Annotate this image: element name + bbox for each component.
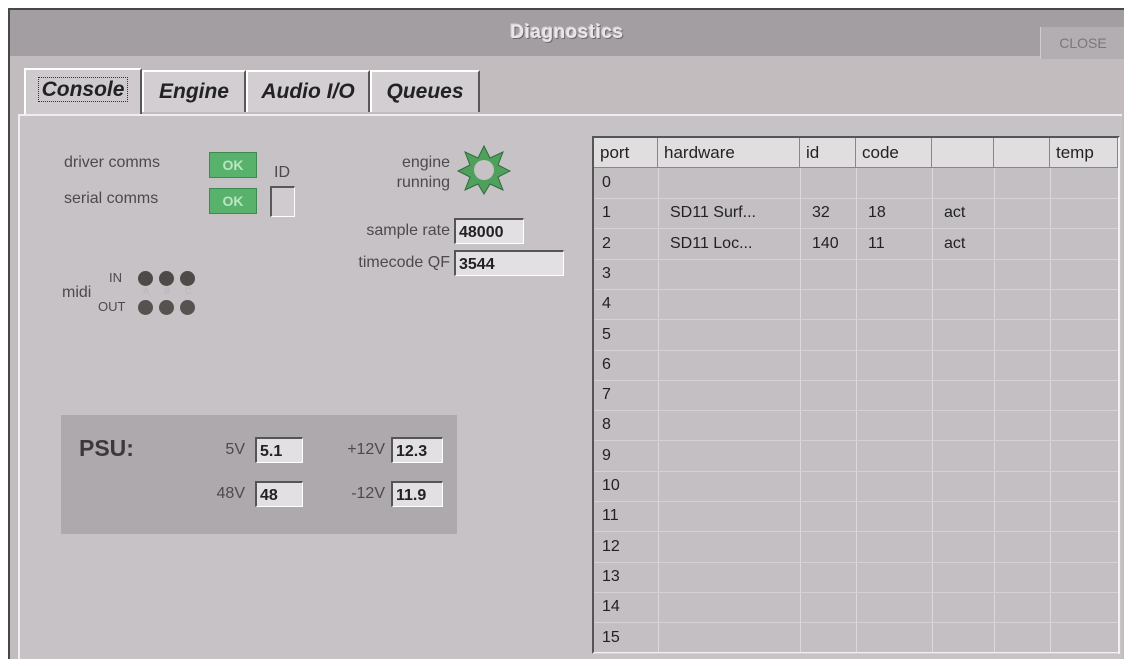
psu-title: PSU:: [79, 435, 134, 461]
serial-comms-status: OK: [209, 188, 257, 214]
table-cell: 140: [812, 234, 839, 252]
table-cell: act: [944, 204, 966, 222]
table-cell: 5: [602, 325, 611, 343]
table-cell: 3: [602, 264, 611, 282]
col-header-id[interactable]: id: [800, 138, 856, 168]
col-header-hardware[interactable]: hardware: [658, 138, 800, 168]
midi-out-c-led: [180, 300, 195, 315]
table-cell: 14: [602, 598, 620, 616]
table-cell: 12: [602, 537, 620, 555]
midi-port-b-label: B: [164, 286, 171, 296]
row-divider: [594, 501, 1118, 502]
midi-out-label: OUT: [98, 299, 126, 314]
console-panel: driver comms OK ID serial comms OK engin…: [18, 114, 1122, 659]
table-cell: 18: [868, 204, 886, 222]
tab-queues-label: Queues: [386, 80, 464, 103]
row-divider: [594, 288, 1118, 290]
midi-in-b-led: [159, 271, 174, 286]
row-divider: [594, 349, 1118, 351]
midi-out-b-led: [159, 300, 174, 315]
tab-engine[interactable]: Engine: [142, 70, 246, 112]
psu-48v-value: 48: [255, 481, 303, 507]
row-divider: [594, 652, 1118, 654]
midi-port-c-label: C: [185, 286, 192, 296]
col-header-port[interactable]: port: [594, 138, 658, 168]
row-divider: [594, 319, 1118, 321]
driver-comms-label: driver comms: [64, 154, 161, 171]
midi-in-a-led: [138, 271, 153, 286]
hardware-table[interactable]: port hardware id code temp 0 1 SD11 Surf..…: [592, 136, 1120, 654]
timecode-field: 3544: [454, 250, 564, 276]
tab-audio-io[interactable]: Audio I/O: [246, 70, 370, 112]
col-header-code[interactable]: code: [856, 138, 932, 168]
midi-out-a-led: [138, 300, 153, 315]
diagnostics-window: Diagnostics CLOSE Console Engine Audio I…: [8, 8, 1124, 659]
window-title: Diagnostics: [510, 22, 624, 43]
row-divider: [594, 622, 1118, 624]
row-divider: [594, 591, 1118, 593]
psu-minus12v-label: -12V: [351, 485, 385, 502]
id-label: ID: [274, 164, 290, 181]
table-cell: 1: [602, 204, 611, 222]
table-cell: 11: [602, 507, 619, 525]
tab-console[interactable]: Console: [24, 68, 142, 116]
table-cell: act: [944, 234, 966, 252]
table-cell: 8: [602, 416, 611, 434]
midi-port-a-label: A: [143, 286, 150, 296]
tab-engine-label: Engine: [158, 80, 229, 103]
psu-plus12v-value: 12.3: [391, 437, 443, 463]
running-label: running: [396, 174, 450, 191]
row-divider: [594, 258, 1118, 260]
midi-label: midi: [62, 284, 92, 301]
row-divider: [594, 440, 1118, 442]
row-divider: [594, 531, 1118, 533]
spinning-star-icon: [456, 144, 512, 195]
midi-in-c-led: [180, 271, 195, 286]
table-cell: 9: [602, 446, 611, 464]
engine-label: engine: [401, 154, 450, 171]
col-header-temp[interactable]: temp: [1050, 138, 1118, 168]
row-divider: [594, 410, 1118, 412]
psu-plus12v-label: +12V: [347, 441, 385, 458]
table-cell: 13: [602, 567, 620, 585]
psu-minus12v-value: 11.9: [391, 481, 443, 507]
table-cell: 7: [602, 386, 611, 404]
psu-5v-value: 5.1: [255, 437, 303, 463]
tab-console-label: Console: [37, 77, 129, 102]
sample-rate-label: sample rate: [366, 222, 450, 239]
tab-audio-io-label: Audio I/O: [261, 80, 355, 103]
psu-48v-label: 48V: [216, 485, 245, 502]
table-cell: 10: [602, 477, 620, 494]
table-cell: 15: [602, 628, 620, 646]
tab-queues[interactable]: Queues: [370, 70, 480, 112]
table-cell: SD11 Loc...: [670, 234, 753, 252]
psu-5v-label: 5V: [225, 441, 245, 458]
table-cell: 11: [868, 234, 885, 252]
row-divider: [594, 379, 1118, 381]
col-header-blank-1[interactable]: [932, 138, 994, 168]
table-cell: 2: [602, 234, 611, 252]
table-cell: SD11 Surf...: [670, 204, 756, 222]
close-button[interactable]: CLOSE: [1040, 27, 1124, 59]
sample-rate-field: 48000: [454, 218, 524, 244]
midi-in-label: IN: [109, 270, 122, 285]
table-cell: 4: [602, 295, 611, 313]
psu-panel: PSU: 5V 5.1 +12V 12.3 48V 48 -12V 11.9: [61, 415, 457, 534]
driver-comms-status: OK: [209, 152, 257, 178]
serial-comms-label: serial comms: [64, 190, 159, 207]
timecode-label: timecode QF: [358, 254, 450, 271]
row-divider: [594, 561, 1118, 563]
col-header-blank-2[interactable]: [994, 138, 1050, 168]
id-box[interactable]: [270, 186, 295, 217]
title-bar: Diagnostics CLOSE: [10, 10, 1124, 59]
row-divider: [594, 470, 1118, 472]
table-cell: 0: [602, 174, 611, 191]
table-cell: 32: [812, 204, 830, 222]
table-cell: 6: [602, 355, 611, 373]
